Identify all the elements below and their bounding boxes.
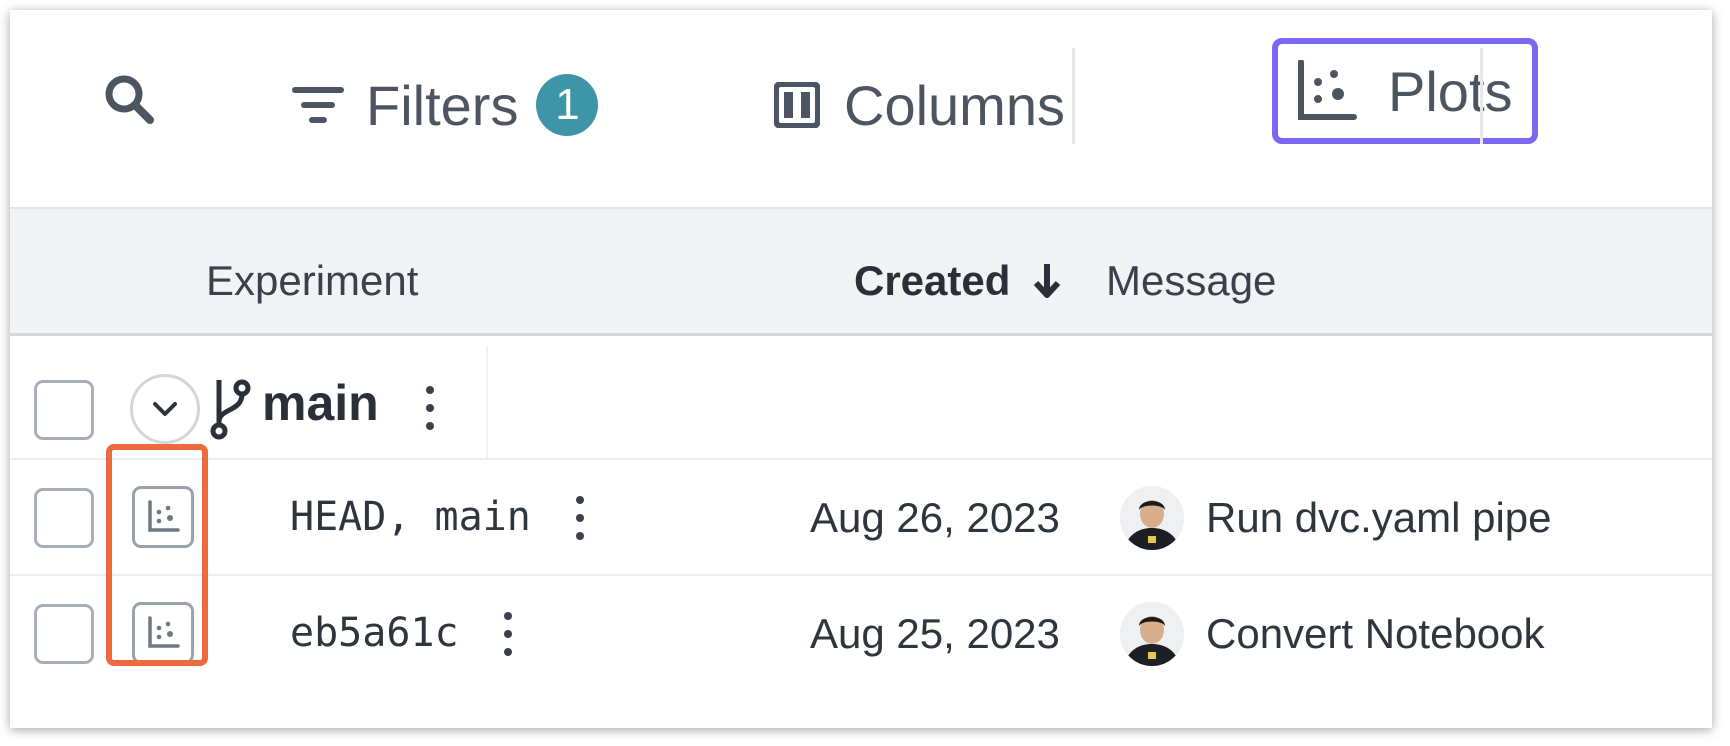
columns-label: Columns — [844, 73, 1065, 137]
branch-name: main — [262, 375, 379, 431]
row-checkbox[interactable] — [34, 488, 94, 548]
chevron-down-icon — [153, 402, 177, 416]
column-header-experiment[interactable]: Experiment — [206, 257, 418, 305]
table-row[interactable]: eb5a61c Aug 25, 2023 Convert Notebook — [10, 576, 1712, 690]
experiment-name: HEAD, main — [290, 494, 531, 540]
filters-label: Filters — [366, 73, 519, 137]
commit-message: Convert Notebook — [1206, 610, 1545, 657]
toolbar: Filters 1 Columns Plots — [10, 10, 1712, 209]
plots-label: Plots — [1388, 59, 1513, 123]
column-header-message[interactable]: Message — [1106, 257, 1276, 305]
created-date: Aug 25, 2023 — [810, 610, 1060, 657]
experiment-name: eb5a61c — [290, 610, 459, 656]
branch-more-icon[interactable] — [424, 386, 436, 430]
column-header-created-label: Created — [854, 257, 1011, 304]
table-row[interactable]: HEAD, main Aug 26, 2023 Run dvc.yaml pip… — [10, 460, 1712, 576]
row-more-icon[interactable] — [574, 496, 586, 540]
experiments-panel: Filters 1 Columns Plots Experiment Creat… — [10, 10, 1712, 728]
scatter-plot-icon — [1298, 60, 1357, 120]
avatar — [1120, 486, 1184, 550]
commit-message: Run dvc.yaml pipe — [1206, 494, 1552, 541]
toolbar-divider — [1480, 48, 1483, 144]
filters-button[interactable]: Filters 1 — [292, 70, 599, 140]
row-more-icon[interactable] — [502, 612, 514, 656]
avatar — [1120, 602, 1184, 666]
column-header-created[interactable]: Created — [854, 257, 1062, 305]
cell-divider — [486, 346, 488, 458]
filters-count-badge: 1 — [536, 74, 599, 136]
columns-button[interactable]: Columns — [774, 70, 1065, 140]
plots-button[interactable]: Plots — [1272, 38, 1538, 144]
filter-icon — [292, 87, 344, 123]
created-date: Aug 26, 2023 — [810, 494, 1060, 541]
branch-checkbox[interactable] — [34, 380, 94, 440]
expand-toggle[interactable] — [130, 374, 200, 444]
row-checkbox[interactable] — [34, 604, 94, 664]
toolbar-divider — [1072, 48, 1075, 144]
search-icon — [105, 75, 154, 124]
search-button[interactable] — [100, 70, 160, 130]
branch-row: main — [10, 346, 1712, 460]
git-branch-icon — [210, 379, 251, 440]
sort-descending-icon — [1033, 264, 1061, 298]
table-header: Experiment Created Message — [10, 209, 1712, 336]
plot-toggle-highlight — [106, 444, 208, 666]
columns-icon — [774, 82, 820, 128]
